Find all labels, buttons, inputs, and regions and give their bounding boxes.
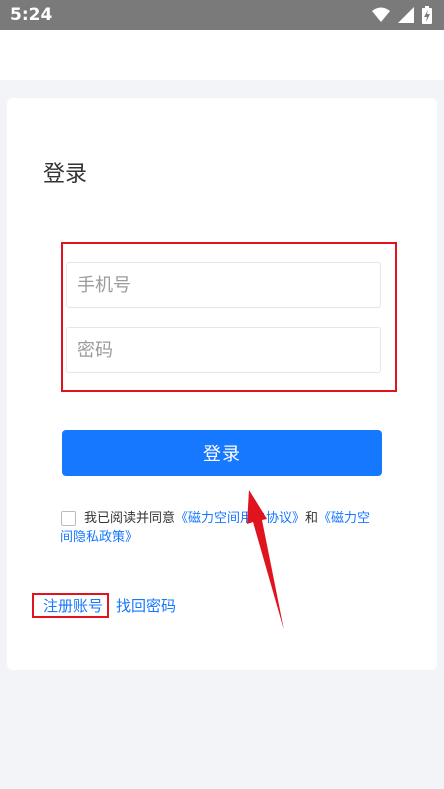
top-bar (0, 30, 444, 80)
status-bar: 5:24 (0, 0, 444, 30)
battery-icon (422, 6, 432, 24)
agreement-conjunction: 和 (305, 511, 319, 526)
password-input[interactable] (66, 327, 381, 373)
signal-icon (398, 7, 414, 23)
privacy-policy-link-part2[interactable]: 间隐私政策》 (60, 530, 138, 545)
agreement-prefix: 我已阅读并同意 (84, 511, 176, 526)
page-title: 登录 (43, 162, 88, 187)
phone-input[interactable] (66, 262, 381, 308)
agreement-checkbox[interactable] (61, 511, 76, 526)
status-time: 5:24 (10, 5, 53, 25)
register-link[interactable]: 注册账号 (43, 595, 103, 616)
login-button[interactable]: 登录 (62, 430, 382, 476)
find-password-link[interactable]: 找回密码 (116, 595, 176, 616)
wifi-icon (372, 7, 390, 22)
privacy-policy-link-part1[interactable]: 《磁力空 (318, 511, 370, 526)
status-icons (372, 6, 432, 24)
user-agreement-link[interactable]: 《磁力空间用户协议》 (175, 511, 305, 526)
